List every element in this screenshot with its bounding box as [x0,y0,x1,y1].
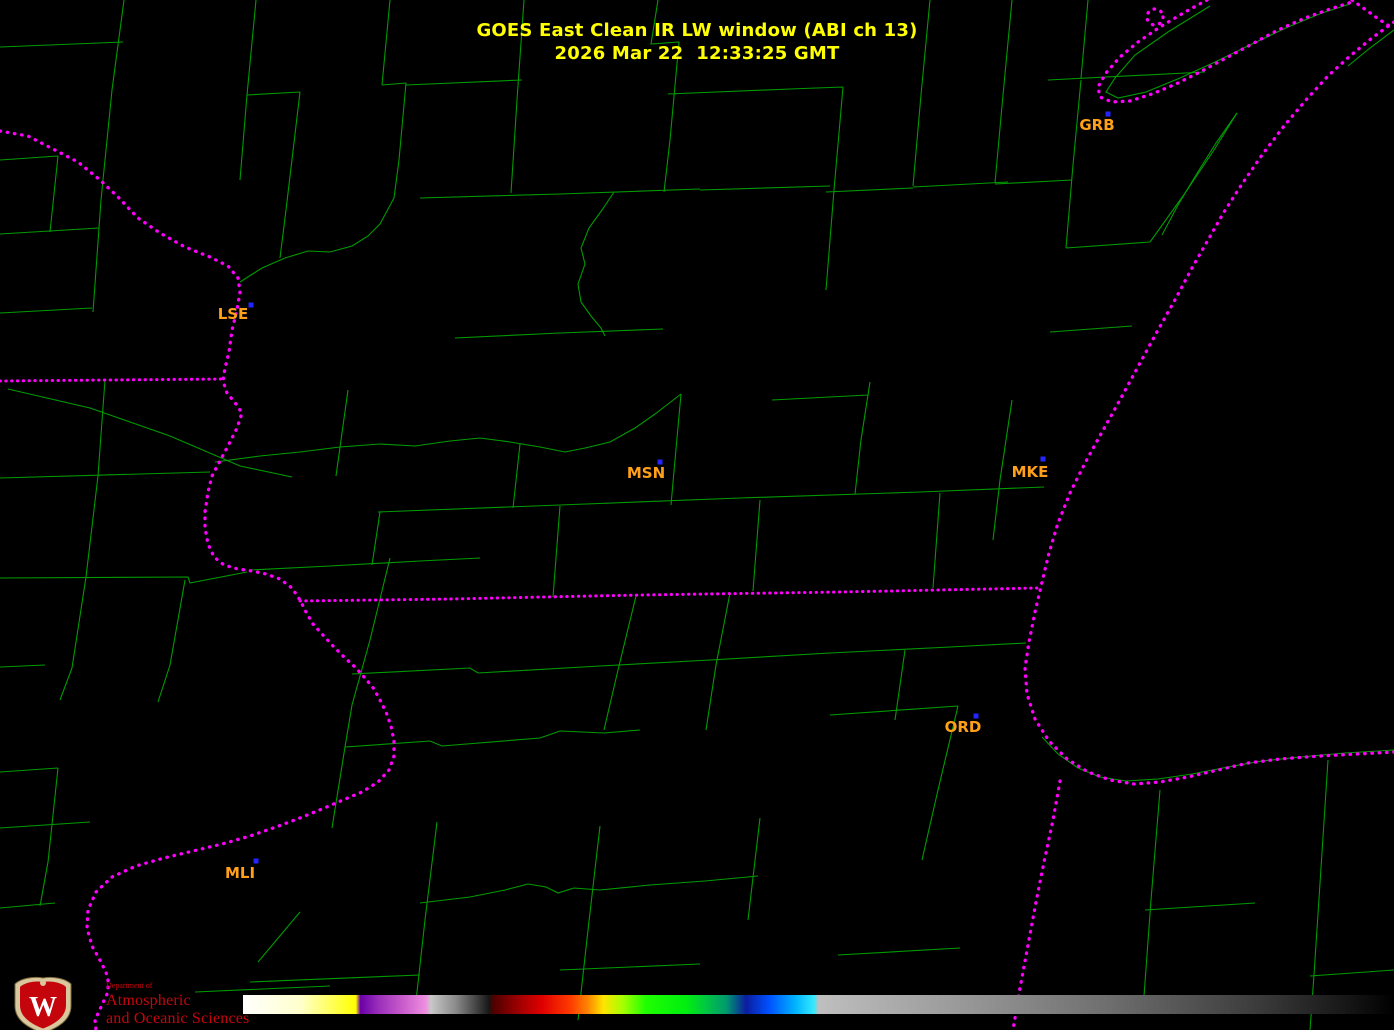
satellite-image-viewport: GRB LSE MSN MKE ORD MLI GOES East Clean IR LW… [0,0,1394,1030]
wi-il-border [298,586,1039,603]
product-title: GOES East Clean IR LW window (ABI ch 13)… [0,19,1394,65]
station-label-mke: MKE [1012,463,1049,481]
logo-dept-line: Department of [106,981,153,990]
county-boundaries [0,0,1394,1030]
station-dot-mli [253,858,259,864]
uw-aos-logo: W Department of Atmospheric and Oceanic … [8,976,249,1030]
mn-ia-border [0,377,225,383]
station-label-msn: MSN [627,464,665,482]
station-dot-mke [1040,456,1046,462]
logo-line2: Atmospheric [106,992,191,1009]
station-dot-lse [248,302,254,308]
station-label-mli: MLI [225,864,255,882]
uw-aos-logo-text: Department of Atmospheric and Oceanic Sc… [106,982,249,1027]
station-label-lse: LSE [218,305,249,323]
station-markers-layer: GRB LSE MSN MKE ORD MLI [218,111,1115,882]
mississippi-river-border [0,129,396,1030]
station-label-ord: ORD [945,718,982,736]
il-in-border [1011,779,1062,1030]
ir-enhancement-colorbar [243,995,1394,1014]
state-border-dotted-lines [0,0,1394,1030]
logo-line3: and Oceanic Sciences [106,1010,250,1027]
product-timestamp: 2026 Mar 22 12:33:25 GMT [554,43,840,64]
svg-text:W: W [29,992,57,1023]
lake-michigan-shoreline [1023,20,1394,786]
station-label-grb: GRB [1079,116,1114,134]
uw-crest-icon: W [14,976,72,1030]
product-title-line1: GOES East Clean IR LW window (ABI ch 13) [476,20,918,41]
satellite-map: GRB LSE MSN MKE ORD MLI [0,0,1394,1030]
